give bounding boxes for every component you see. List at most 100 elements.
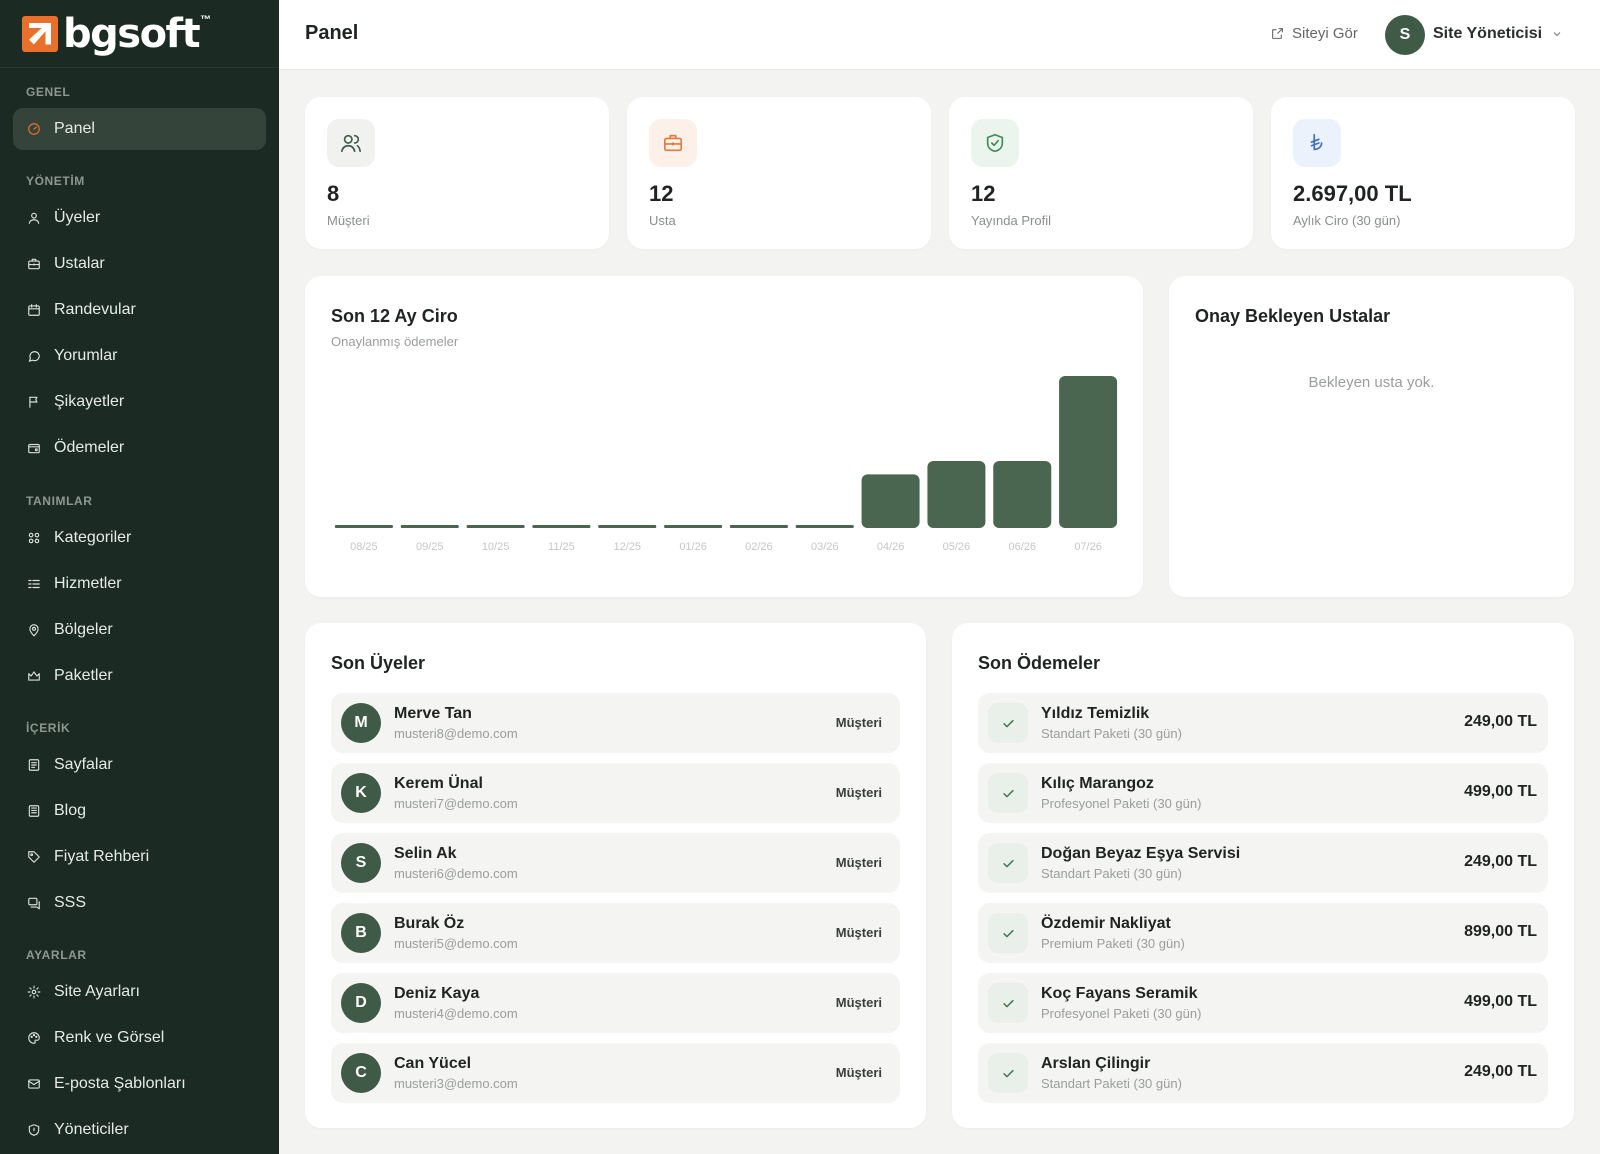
- chart-bar[interactable]: [1059, 376, 1118, 528]
- chart-x-tick-label: 12/25: [613, 541, 641, 553]
- pending-empty-message: Bekleyen usta yok.: [1308, 374, 1435, 391]
- sidebar-item-site-ayarları[interactable]: Site Ayarları: [13, 971, 266, 1013]
- nav-section-tanimlar: TANIMLAR Kategoriler Hizmetler Bölgeler Pake…: [0, 491, 279, 701]
- payment-row[interactable]: Özdemir Nakliyat Premium Paketi (30 gün) 8…: [978, 903, 1548, 963]
- payment-amount: 249,00 TL: [1464, 853, 1537, 870]
- member-row[interactable]: K Kerem Ünal musteri7@demo.com Müşteri: [331, 763, 900, 823]
- pending-masters-title: Onay Bekleyen Ustalar: [1195, 306, 1391, 326]
- sidebar: bgsoft ™ GENEL Panel YÖNETİM Üyeler Ustalar R…: [0, 0, 279, 1154]
- chart-x-tick-label: 11/25: [548, 541, 575, 553]
- stat-value: 12: [649, 181, 674, 206]
- member-row[interactable]: S Selin Ak musteri6@demo.com Müşteri: [331, 833, 900, 893]
- sidebar-item-randevular[interactable]: Randevular: [13, 289, 266, 331]
- check-icon: [988, 703, 1028, 743]
- chart-bar[interactable]: [927, 460, 986, 528]
- chart-bar[interactable]: [598, 525, 657, 528]
- brand-trademark: ™: [200, 14, 212, 26]
- flag-icon: [27, 395, 41, 409]
- payment-amount: 249,00 TL: [1464, 713, 1537, 730]
- sidebar-item-üyeler[interactable]: Üyeler: [13, 197, 266, 239]
- sidebar-item-label: Yorumlar: [54, 347, 118, 364]
- sidebar-item-label: E-posta Şablonları: [54, 1075, 186, 1092]
- chart-bar[interactable]: [729, 525, 788, 528]
- nav-section-title: GENEL: [26, 85, 71, 99]
- sidebar-item-blog[interactable]: Blog: [13, 790, 266, 832]
- sidebar-item-ustalar[interactable]: Ustalar: [13, 243, 266, 285]
- sidebar-item-label: Bölgeler: [54, 621, 113, 638]
- payment-row[interactable]: Kılıç Marangoz Profesyonel Paketi (30 gün…: [978, 763, 1548, 823]
- logo-mark-icon: [22, 15, 58, 52]
- member-row[interactable]: D Deniz Kaya musteri4@demo.com Müşteri: [331, 973, 900, 1033]
- member-avatar: B: [341, 913, 381, 953]
- stat-card: 8 Müşteri: [305, 97, 609, 249]
- stat-label: Aylık Ciro (30 gün): [1293, 213, 1401, 228]
- sidebar-item-label: Fiyat Rehberi: [54, 848, 150, 865]
- payment-row[interactable]: Doğan Beyaz Eşya Servisi Standart Paketi …: [978, 833, 1548, 893]
- member-avatar: K: [341, 773, 381, 813]
- doc-icon: [27, 804, 41, 818]
- sidebar-item-yorumlar[interactable]: Yorumlar: [13, 335, 266, 377]
- sidebar-item-label: Blog: [54, 802, 87, 819]
- member-role-badge: Müşteri: [835, 925, 882, 940]
- sidebar-item-sss[interactable]: SSS: [13, 882, 266, 924]
- sidebar-item-yöneticiler[interactable]: Yöneticiler: [13, 1109, 266, 1151]
- sidebar-item-sayfalar[interactable]: Sayfalar: [13, 744, 266, 786]
- member-row[interactable]: B Burak Öz musteri5@demo.com Müşteri: [331, 903, 900, 963]
- sidebar-item-hizmetler[interactable]: Hizmetler: [13, 563, 266, 605]
- chart-bar[interactable]: [400, 525, 459, 528]
- user-avatar[interactable]: S: [1385, 15, 1425, 55]
- payment-plan: Standart Paketi (30 gün): [1041, 726, 1182, 741]
- member-avatar: C: [341, 1053, 381, 1093]
- payment-row[interactable]: Koç Fayans Seramik Profesyonel Paketi (30…: [978, 973, 1548, 1033]
- chart-bar[interactable]: [993, 460, 1052, 528]
- chat-icon: [27, 896, 41, 910]
- chart-x-tick-label: 06/26: [1008, 541, 1036, 553]
- chart-x-tick-label: 03/26: [811, 541, 839, 553]
- payment-business-name: Yıldız Temizlik: [1041, 705, 1150, 722]
- payment-business-name: Koç Fayans Seramik: [1041, 985, 1198, 1002]
- member-role-badge: Müşteri: [835, 785, 882, 800]
- chart-bar[interactable]: [795, 525, 854, 528]
- stat-value: 12: [971, 181, 996, 206]
- sidebar-item-label: Şikayetler: [54, 393, 125, 410]
- comment-icon: [27, 349, 41, 363]
- brand-logo[interactable]: bgsoft ™: [0, 0, 279, 68]
- member-row[interactable]: C Can Yücel musteri3@demo.com Müşteri: [331, 1043, 900, 1103]
- chevron-down-icon[interactable]: [1551, 27, 1563, 39]
- member-row[interactable]: M Merve Tan musteri8@demo.com Müşteri: [331, 693, 900, 753]
- member-name: Selin Ak: [394, 845, 457, 862]
- view-site-link[interactable]: Siteyi Gör: [1271, 25, 1358, 42]
- chart-bar[interactable]: [466, 525, 525, 528]
- chart-x-tick-label: 09/25: [416, 541, 444, 553]
- user-menu-name[interactable]: Site Yöneticisi: [1433, 25, 1542, 43]
- sidebar-item-şikayetler[interactable]: Şikayetler: [13, 381, 266, 423]
- page-title: Panel: [305, 22, 359, 44]
- chart-bar[interactable]: [664, 525, 723, 528]
- chart-bar[interactable]: [861, 474, 920, 528]
- payment-amount: 899,00 TL: [1464, 923, 1537, 940]
- member-email: musteri5@demo.com: [394, 936, 518, 951]
- member-role-badge: Müşteri: [835, 995, 882, 1010]
- chart-bar[interactable]: [334, 525, 393, 528]
- sidebar-item-ödemeler[interactable]: Ödemeler: [13, 427, 266, 469]
- sidebar-item-renk-ve-görsel[interactable]: Renk ve Görsel: [13, 1017, 266, 1059]
- payment-row[interactable]: Yıldız Temizlik Standart Paketi (30 gün) 2…: [978, 693, 1548, 753]
- sidebar-item-label: Renk ve Görsel: [54, 1029, 165, 1046]
- nav-section-yöneti̇m: YÖNETİM Üyeler Ustalar Randevular Yorumlar Şi…: [0, 171, 279, 473]
- sidebar-item-bölgeler[interactable]: Bölgeler: [13, 609, 266, 651]
- sidebar-item-kategoriler[interactable]: Kategoriler: [13, 517, 266, 559]
- payment-row[interactable]: Arslan Çilingir Standart Paketi (30 gün) 2…: [978, 1043, 1548, 1103]
- sidebar-item-panel[interactable]: Panel: [13, 108, 266, 150]
- sidebar-item-paketler[interactable]: Paketler: [13, 655, 266, 697]
- nav-section-i̇çeri̇k: İÇERİK Sayfalar Blog Fiyat Rehberi SSS: [0, 718, 279, 928]
- payment-amount: 249,00 TL: [1464, 1063, 1537, 1080]
- sidebar-item-e-posta-şablonları[interactable]: E-posta Şablonları: [13, 1063, 266, 1105]
- shield-icon: [27, 1123, 41, 1137]
- sidebar-item-fiyat-rehberi[interactable]: Fiyat Rehberi: [13, 836, 266, 878]
- payment-plan: Profesyonel Paketi (30 gün): [1041, 1006, 1202, 1021]
- chart-bar[interactable]: [532, 525, 591, 528]
- member-avatar: M: [341, 703, 381, 743]
- shield-check-icon: [971, 119, 1019, 167]
- stat-label: Usta: [649, 213, 676, 228]
- payment-plan: Standart Paketi (30 gün): [1041, 1076, 1182, 1091]
